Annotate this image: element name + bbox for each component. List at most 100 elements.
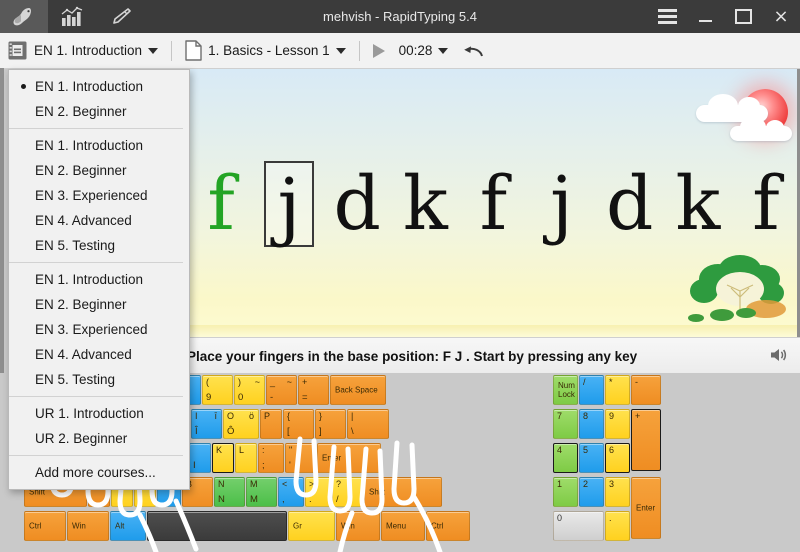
- statistics-tab[interactable]: [48, 0, 96, 33]
- chevron-down-icon: [438, 47, 449, 54]
- numpad-row: 4 5 6: [553, 443, 631, 473]
- key-label: Ctrl: [29, 521, 42, 531]
- keyboard-key[interactable]: >.: [305, 477, 331, 507]
- course-menu-item[interactable]: EN 2. Beginner: [9, 158, 189, 183]
- keyboard-key[interactable]: " ': [285, 443, 316, 473]
- lesson-selector[interactable]: 1. Basics - Lesson 1: [178, 33, 353, 68]
- keyboard-key[interactable]: 1: [553, 477, 578, 507]
- key-label: M: [250, 479, 258, 489]
- keyboard-key[interactable]: MM: [246, 477, 277, 507]
- keyboard-key[interactable]: ) 0 ~: [234, 375, 265, 405]
- keyboard-key[interactable]: Win: [336, 511, 380, 541]
- close-button[interactable]: ×: [762, 0, 800, 33]
- course-menu-item[interactable]: EN 5. Testing: [9, 367, 189, 392]
- keyboard-key[interactable]: /: [579, 375, 604, 405]
- course-selector-label: EN 1. Introduction: [34, 43, 143, 58]
- course-menu-item[interactable]: UR 1. Introduction: [9, 401, 189, 426]
- key-label: ~: [254, 377, 260, 387]
- typing-tutor-tab[interactable]: [0, 0, 48, 33]
- course-menu-item[interactable]: EN 1. Introduction: [9, 267, 189, 292]
- restart-button[interactable]: [455, 33, 491, 68]
- keyboard-key[interactable]: <,: [278, 477, 304, 507]
- keyboard-key[interactable]: Enter: [317, 443, 381, 473]
- course-menu-item[interactable]: EN 4. Advanced: [9, 208, 189, 233]
- key-label: 7: [557, 411, 563, 421]
- keyboard-key[interactable]: 0: [553, 511, 604, 541]
- course-menu-item[interactable]: EN 4. Advanced: [9, 342, 189, 367]
- key-label: Back Space: [335, 385, 378, 395]
- key-label: ?: [336, 479, 342, 489]
- keyboard-key[interactable]: Ctrl: [24, 511, 66, 541]
- minimize-button[interactable]: [686, 0, 724, 33]
- keyboard-key[interactable]: K: [212, 443, 234, 473]
- keyboard-key[interactable]: ? /: [332, 477, 363, 507]
- keyboard-key[interactable]: Menu: [381, 511, 425, 541]
- keyboard-key[interactable]: 3: [605, 477, 630, 507]
- keyboard-key[interactable]: L: [235, 443, 257, 473]
- course-menu-item[interactable]: Add more courses...: [9, 460, 189, 485]
- course-menu-item[interactable]: EN 5. Testing: [9, 233, 189, 258]
- keyboard-key[interactable]: {[: [283, 409, 314, 439]
- keyboard-key[interactable]: :;: [258, 443, 284, 473]
- maximize-button[interactable]: [724, 0, 762, 33]
- keyboard-key[interactable]: I: [189, 443, 211, 473]
- key-label: Shift: [369, 487, 386, 497]
- menu-separator: [9, 455, 183, 456]
- keyboard-key[interactable]: (9: [202, 375, 233, 405]
- sound-toggle-button[interactable]: [768, 345, 790, 370]
- keyboard-key[interactable]: *: [605, 375, 630, 405]
- keyboard-key[interactable]: Ctrl: [426, 511, 470, 541]
- keyboard-key[interactable]: 6: [605, 443, 630, 473]
- keyboard-key[interactable]: .: [605, 511, 630, 541]
- keyboard-key[interactable]: Shift: [364, 477, 442, 507]
- key-label: ": [289, 445, 293, 455]
- course-menu-item[interactable]: EN 3. Experienced: [9, 183, 189, 208]
- course-selector[interactable]: EN 1. Introduction: [0, 33, 165, 68]
- keyboard-key[interactable]: 5: [579, 443, 604, 473]
- keyboard-key[interactable]: [147, 511, 287, 541]
- keyboard-key[interactable]: Gr: [288, 511, 335, 541]
- keyboard-key[interactable]: 4: [553, 443, 578, 473]
- course-menu-item[interactable]: EN 3. Experienced: [9, 317, 189, 342]
- lesson-selector-label: 1. Basics - Lesson 1: [208, 43, 330, 58]
- keyboard-key[interactable]: 7: [553, 409, 578, 439]
- course-menu-item[interactable]: EN 2. Beginner: [9, 99, 189, 124]
- content-left-frame: [0, 68, 4, 373]
- typing-practice-area: f j d k f j d k f: [181, 69, 800, 337]
- keyboard-key[interactable]: 2: [579, 477, 604, 507]
- keyboard-key[interactable]: Back Space: [330, 375, 386, 405]
- keyboard-key[interactable]: NN: [214, 477, 245, 507]
- keyboard-key[interactable]: -: [631, 375, 661, 405]
- keyboard-key[interactable]: Win: [67, 511, 109, 541]
- key-label: 5: [583, 445, 589, 455]
- keyboard-key[interactable]: Alt: [110, 511, 146, 541]
- app-menu-button[interactable]: [648, 0, 686, 33]
- hamburger-icon: [657, 9, 677, 24]
- keyboard-key[interactable]: + =: [298, 375, 329, 405]
- key-label: /: [336, 494, 339, 505]
- course-menu-item[interactable]: EN 1. Introduction: [9, 74, 189, 99]
- keyboard-key[interactable]: +: [631, 409, 661, 471]
- key-label: ]: [319, 426, 322, 437]
- course-dropdown-menu[interactable]: EN 1. Introduction EN 2. Beginner EN 1. In…: [8, 69, 190, 490]
- keyboard-key[interactable]: Enter: [631, 477, 661, 539]
- keyboard-key[interactable]: P: [260, 409, 282, 439]
- keyboard-key[interactable]: _ - ~: [266, 375, 297, 405]
- course-menu-item[interactable]: EN 2. Beginner: [9, 292, 189, 317]
- chevron-down-icon: [148, 47, 159, 54]
- keyboard-key[interactable]: | \: [347, 409, 389, 439]
- timer-selector[interactable]: 00:28: [392, 33, 456, 68]
- cloud-icon: [730, 117, 792, 141]
- key-label: L: [239, 445, 245, 455]
- keyboard-key[interactable]: 9: [605, 409, 630, 439]
- keyboard-key[interactable]: 8: [579, 409, 604, 439]
- course-menu-item[interactable]: EN 1. Introduction: [9, 133, 189, 158]
- course-menu-item[interactable]: UR 2. Beginner: [9, 426, 189, 451]
- course-menu-item-label: EN 2. Beginner: [35, 104, 127, 119]
- keyboard-key[interactable]: Num Lock: [553, 375, 578, 405]
- keyboard-key[interactable]: IÎī: [191, 409, 222, 439]
- play-button[interactable]: [366, 33, 392, 68]
- keyboard-key[interactable]: }]: [315, 409, 346, 439]
- lesson-editor-tab[interactable]: [96, 0, 144, 33]
- keyboard-key[interactable]: OÔö: [223, 409, 259, 439]
